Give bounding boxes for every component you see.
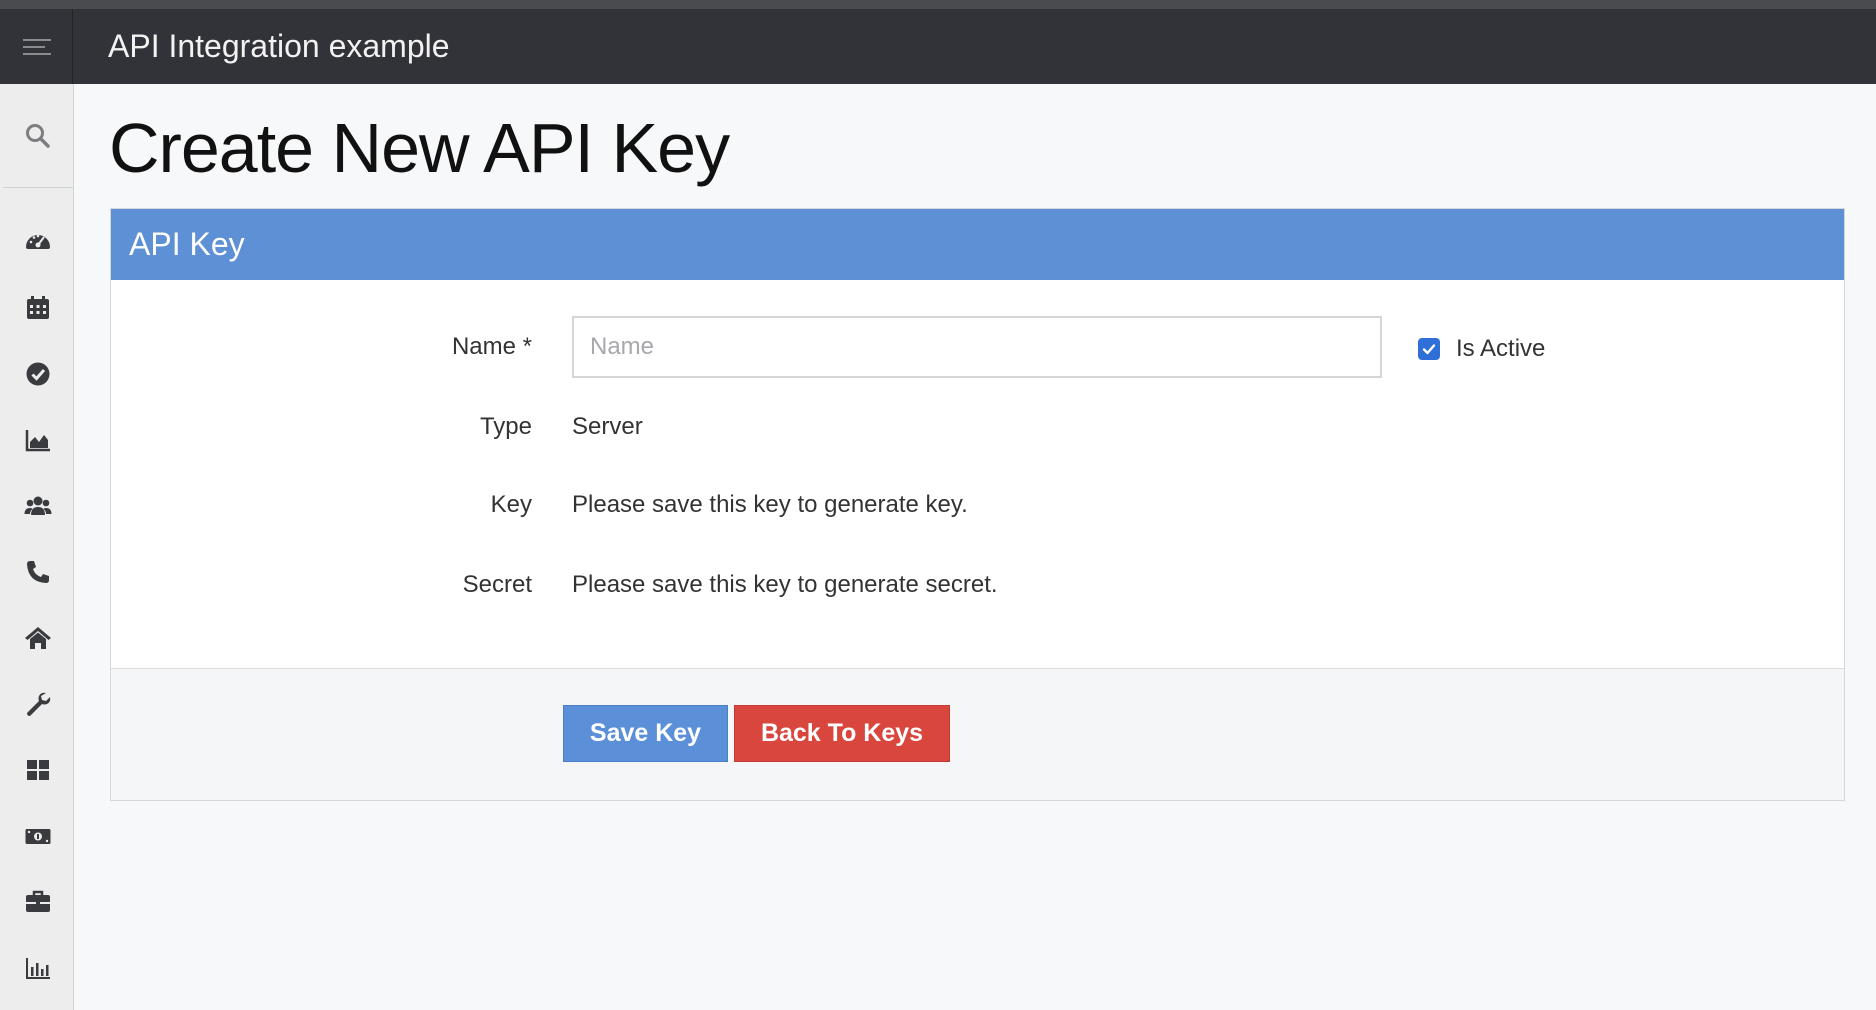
- sidebar-item-billing[interactable]: [3, 813, 73, 859]
- secret-label: Secret: [462, 571, 532, 598]
- type-label: Type: [479, 413, 532, 440]
- sidebar-item-reports[interactable]: [3, 417, 73, 463]
- sidebar-item-business[interactable]: [3, 879, 73, 925]
- secret-value: Please save this key to generate secret.: [572, 571, 998, 598]
- bar-chart-icon: [26, 958, 50, 979]
- sidebar-item-modules[interactable]: [3, 747, 73, 793]
- sidebar-item-calls[interactable]: [3, 549, 73, 595]
- check-circle-icon: [26, 362, 50, 386]
- sidebar-item-users[interactable]: [3, 483, 73, 529]
- home-icon: [25, 627, 51, 649]
- briefcase-icon: [26, 890, 50, 912]
- panel-body: Name * Is Active Type Server Key Please …: [111, 280, 1844, 668]
- save-key-button[interactable]: Save Key: [563, 705, 728, 762]
- page-title: Create New API Key: [109, 109, 730, 187]
- key-value: Please save this key to generate key.: [572, 491, 968, 518]
- key-label: Key: [490, 491, 532, 518]
- app-title: API Integration example: [108, 28, 450, 64]
- name-label: Name *: [451, 333, 532, 360]
- money-icon: [25, 829, 51, 844]
- top-bar: API Integration example: [0, 9, 1876, 84]
- sidebar-item-calendar[interactable]: [3, 285, 73, 331]
- api-key-panel: API Key Name * Is Active Type Server Key…: [110, 208, 1845, 801]
- calendar-icon: [27, 296, 49, 319]
- users-icon: [24, 496, 52, 515]
- name-input[interactable]: [572, 316, 1382, 378]
- hamburger-icon: [22, 38, 51, 55]
- is-active-field: Is Active: [1418, 335, 1545, 363]
- is-active-checkbox[interactable]: [1418, 338, 1440, 360]
- menu-toggle-button[interactable]: [3, 9, 73, 84]
- grid-icon: [27, 760, 49, 780]
- phone-icon: [27, 561, 49, 583]
- sidebar-item-tasks[interactable]: [3, 351, 73, 397]
- sidebar-item-tools[interactable]: [3, 681, 73, 727]
- dashboard-gauge-icon: [26, 234, 50, 249]
- area-chart-icon: [25, 430, 50, 452]
- is-active-label: Is Active: [1456, 335, 1546, 362]
- sidebar-item-dashboard[interactable]: [3, 218, 73, 264]
- wrench-icon: [27, 692, 51, 716]
- sidebar-item-analytics[interactable]: [3, 945, 73, 991]
- panel-footer: Save Key Back To Keys: [111, 668, 1844, 800]
- sidebar-search-button[interactable]: [3, 84, 73, 188]
- window-top-strip: [0, 0, 1876, 9]
- panel-header: API Key: [111, 209, 1844, 280]
- checkmark-icon: [1422, 344, 1436, 355]
- sidebar: [0, 84, 74, 1010]
- sidebar-item-home[interactable]: [3, 615, 73, 661]
- panel-title: API Key: [129, 226, 245, 262]
- back-to-keys-button[interactable]: Back To Keys: [734, 705, 950, 762]
- type-value: Server: [572, 413, 643, 440]
- search-icon: [26, 123, 50, 148]
